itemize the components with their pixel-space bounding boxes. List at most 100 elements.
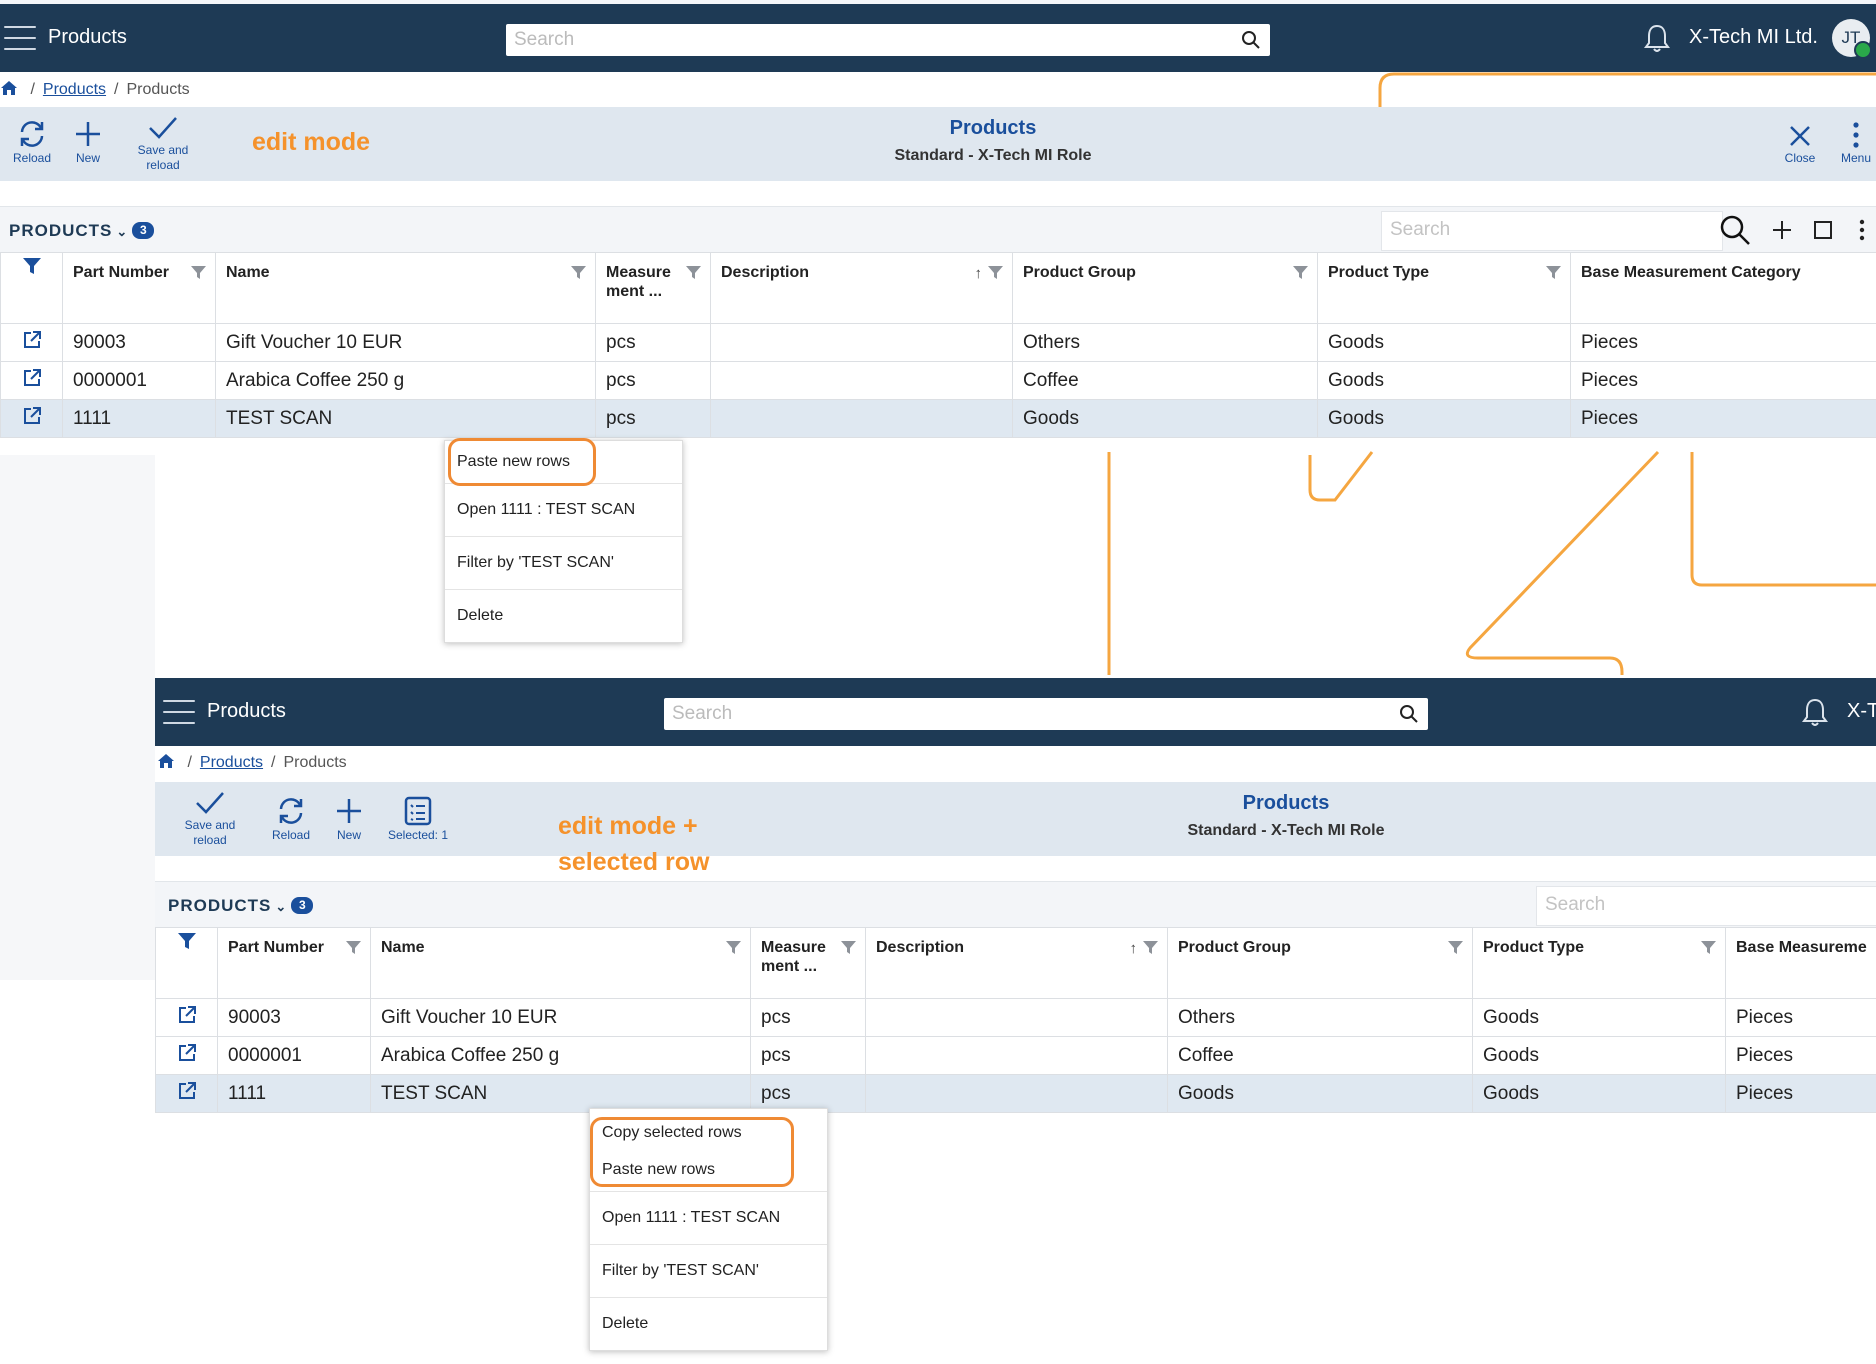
home-icon[interactable] [0, 80, 18, 96]
grid-search-input[interactable] [1382, 212, 1658, 248]
column-header[interactable]: Base Measureme [1725, 927, 1876, 999]
table-cell[interactable]: pcs [595, 361, 711, 400]
open-external-icon[interactable] [22, 330, 42, 350]
table-cell[interactable]: Gift Voucher 10 EUR [215, 323, 596, 362]
hamburger-menu-icon[interactable] [163, 700, 195, 724]
table-cell[interactable] [710, 399, 1013, 438]
bell-icon[interactable] [1800, 696, 1830, 728]
column-filter-icon[interactable] [725, 940, 742, 955]
global-search-input[interactable] [664, 698, 1368, 730]
table-row[interactable]: 0000001 Arabica Coffee 250 g pcs Coffee Good… [0, 361, 1876, 400]
table-cell[interactable]: Arabica Coffee 250 g [215, 361, 596, 400]
column-filter-icon[interactable] [345, 940, 362, 955]
breadcrumb-link-products[interactable]: Products [43, 81, 106, 98]
menu-item-delete[interactable]: Delete [590, 1298, 827, 1350]
table-cell[interactable]: TEST SCAN [370, 1074, 751, 1113]
menu-item-open-record[interactable]: Open 1111 : TEST SCAN [590, 1192, 827, 1245]
reload-button[interactable]: Reload [267, 796, 315, 843]
column-header[interactable]: Base Measurement Category [1570, 252, 1876, 324]
table-cell[interactable]: Goods [1317, 361, 1571, 400]
grid-search-input[interactable] [1537, 887, 1813, 923]
menu-item-copy-selected-rows[interactable]: Copy selected rows [590, 1109, 827, 1149]
table-cell[interactable]: Goods [1012, 399, 1318, 438]
column-header[interactable]: Description ↑ [865, 927, 1168, 999]
table-cell[interactable]: Goods [1167, 1074, 1473, 1113]
global-search[interactable] [506, 24, 1270, 56]
column-header[interactable]: Part Number [62, 252, 216, 324]
table-cell[interactable]: Goods [1317, 399, 1571, 438]
open-external-icon[interactable] [22, 368, 42, 388]
table-cell[interactable]: pcs [750, 1074, 866, 1113]
filter-icon[interactable] [22, 257, 42, 275]
sort-ascending-icon[interactable]: ↑ [1130, 939, 1138, 958]
column-header[interactable]: Product Group [1167, 927, 1473, 999]
menu-button[interactable]: Menu [1836, 121, 1876, 166]
table-cell[interactable]: Pieces [1725, 1036, 1876, 1075]
table-cell[interactable]: Others [1012, 323, 1318, 362]
menu-item-filter-by-value[interactable]: Filter by 'TEST SCAN' [445, 537, 682, 590]
search-icon[interactable] [1398, 703, 1420, 725]
table-cell[interactable]: pcs [595, 399, 711, 438]
section-title[interactable]: PRODUCTS ⌄ 3 [9, 221, 155, 241]
breadcrumb-link-products[interactable]: Products [200, 754, 263, 771]
menu-item-paste-new-rows[interactable]: Paste new rows [445, 441, 682, 484]
column-header[interactable]: Part Number [217, 927, 371, 999]
column-filter-icon[interactable] [840, 940, 857, 955]
open-record-cell[interactable] [155, 998, 218, 1037]
open-record-cell[interactable] [0, 323, 63, 362]
column-filter-icon[interactable] [1700, 940, 1717, 955]
vertical-dots-icon[interactable] [1858, 219, 1866, 241]
selected-rows-button[interactable]: Selected: 1 [381, 796, 455, 843]
table-cell[interactable]: Pieces [1570, 323, 1876, 362]
section-title[interactable]: PRODUCTS ⌄ 3 [168, 896, 314, 916]
column-header[interactable]: Product Group [1012, 252, 1318, 324]
column-header[interactable]: Product Type [1317, 252, 1571, 324]
table-cell[interactable]: Gift Voucher 10 EUR [370, 998, 751, 1037]
maximize-icon[interactable] [1813, 220, 1833, 240]
column-filter-icon[interactable] [1292, 265, 1309, 280]
menu-item-paste-new-rows[interactable]: Paste new rows [590, 1149, 827, 1192]
table-cell[interactable]: TEST SCAN [215, 399, 596, 438]
table-cell[interactable]: pcs [750, 1036, 866, 1075]
table-row[interactable]: 1111 TEST SCAN pcs Goods Goods Pieces [0, 399, 1876, 438]
bell-icon[interactable] [1642, 22, 1672, 54]
table-row[interactable]: 0000001 Arabica Coffee 250 g pcs Coffee Good… [155, 1036, 1876, 1075]
close-button[interactable]: Close [1778, 123, 1822, 166]
table-cell[interactable]: Goods [1472, 998, 1726, 1037]
table-cell[interactable]: pcs [595, 323, 711, 362]
table-cell[interactable]: Pieces [1570, 399, 1876, 438]
column-header[interactable]: Measure ment ... [595, 252, 711, 324]
grid-search[interactable] [1381, 211, 1723, 251]
table-cell[interactable]: Pieces [1570, 361, 1876, 400]
table-cell[interactable]: Goods [1317, 323, 1571, 362]
plus-icon[interactable] [1771, 219, 1793, 241]
table-cell[interactable] [710, 361, 1013, 400]
table-cell[interactable]: Coffee [1012, 361, 1318, 400]
open-external-icon[interactable] [22, 406, 42, 426]
column-filter-icon[interactable] [570, 265, 587, 280]
table-cell[interactable] [865, 998, 1168, 1037]
reload-button[interactable]: Reload [8, 119, 56, 166]
column-filter-icon[interactable] [190, 265, 207, 280]
save-and-reload-button[interactable]: Save and reload [130, 115, 196, 173]
table-cell[interactable]: 90003 [217, 998, 371, 1037]
filter-icon[interactable] [177, 932, 197, 950]
global-search-input[interactable] [506, 24, 1210, 56]
table-row[interactable]: 1111 TEST SCAN pcs Goods Goods Pieces [155, 1074, 1876, 1113]
filter-toggle-cell[interactable] [155, 927, 218, 999]
table-cell[interactable]: Others [1167, 998, 1473, 1037]
column-filter-icon[interactable] [987, 265, 1004, 280]
table-cell[interactable]: Goods [1472, 1074, 1726, 1113]
sort-ascending-icon[interactable]: ↑ [975, 264, 983, 283]
open-record-cell[interactable] [0, 399, 63, 438]
table-cell[interactable]: 90003 [62, 323, 216, 362]
column-filter-icon[interactable] [1142, 940, 1159, 955]
column-header[interactable]: Name [215, 252, 596, 324]
hamburger-menu-icon[interactable] [4, 26, 36, 50]
table-cell[interactable] [710, 323, 1013, 362]
global-search[interactable] [664, 698, 1428, 730]
open-record-cell[interactable] [155, 1036, 218, 1075]
menu-item-filter-by-value[interactable]: Filter by 'TEST SCAN' [590, 1245, 827, 1298]
table-cell[interactable]: Pieces [1725, 998, 1876, 1037]
open-external-icon[interactable] [177, 1081, 197, 1101]
